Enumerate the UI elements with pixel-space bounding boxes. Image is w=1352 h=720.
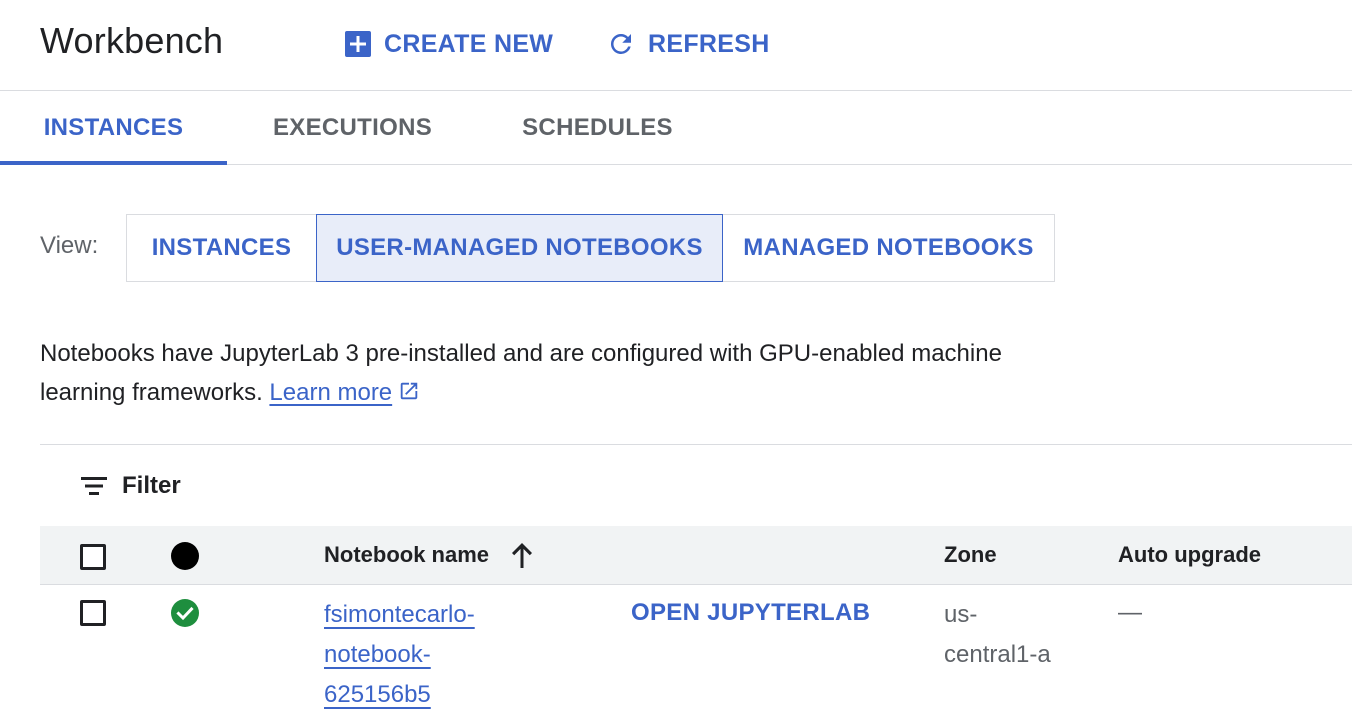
check-circle-icon [171,599,199,632]
action-cell: OPEN JUPYTERLAB [631,593,870,633]
auto-upgrade-cell: — [1118,599,1142,626]
table-header: Notebook name Zone Auto upgrade [40,526,1352,585]
filter-button[interactable]: Filter [80,466,181,506]
row-checkbox[interactable] [80,600,106,626]
zone-cell: us-central1-a [944,601,1051,668]
refresh-label: REFRESH [648,29,770,58]
view-instances-button[interactable]: INSTANCES [126,214,317,282]
description-text: Notebooks have JupyterLab 3 pre-installe… [40,340,1002,406]
view-label: View: [40,232,99,259]
refresh-button[interactable]: REFRESH [606,22,770,66]
add-box-icon [344,30,372,58]
status-column-icon [171,542,199,570]
filter-list-icon [80,474,108,498]
view-user-managed-notebooks-button[interactable]: USER-MANAGED NOTEBOOKS [316,214,723,282]
filter-label: Filter [122,472,181,499]
arrow-upward-icon[interactable] [509,541,535,569]
description: Notebooks have JupyterLab 3 pre-installe… [40,334,1020,414]
open-jupyterlab-button[interactable]: OPEN JUPYTERLAB [631,599,870,626]
create-new-button[interactable]: CREATE NEW [344,22,553,66]
open-in-new-icon [398,375,420,414]
select-all-checkbox[interactable] [80,544,106,570]
view-managed-notebooks-button[interactable]: MANAGED NOTEBOOKS [722,214,1055,282]
column-header-zone[interactable]: Zone [944,526,997,584]
tab-schedules[interactable]: SCHEDULES [500,91,695,164]
view-toggle-group: INSTANCES USER-MANAGED NOTEBOOKS MANAGED… [126,214,1055,282]
column-header-notebook-name[interactable]: Notebook name [324,526,535,584]
column-name-label: Notebook name [324,542,490,567]
section-divider [40,444,1352,445]
learn-more-link[interactable]: Learn more [269,379,392,406]
tab-instances[interactable]: INSTANCES [0,91,227,165]
notebook-name-link[interactable]: fsimontecarlo-notebook-625156b5 [324,595,504,715]
table-row: fsimontecarlo-notebook-625156b5 OPEN JUP… [40,585,1352,720]
refresh-icon [606,29,636,59]
tab-executions[interactable]: EXECUTIONS [250,91,455,164]
notebook-name-cell: fsimontecarlo-notebook-625156b5 [324,595,504,715]
page-header: Workbench CREATE NEW REFRESH [0,0,1352,91]
tab-bar: INSTANCES EXECUTIONS SCHEDULES [0,91,1352,165]
create-new-label: CREATE NEW [384,29,554,58]
column-header-auto-upgrade[interactable]: Auto upgrade [1118,526,1261,584]
page-title: Workbench [40,20,224,61]
